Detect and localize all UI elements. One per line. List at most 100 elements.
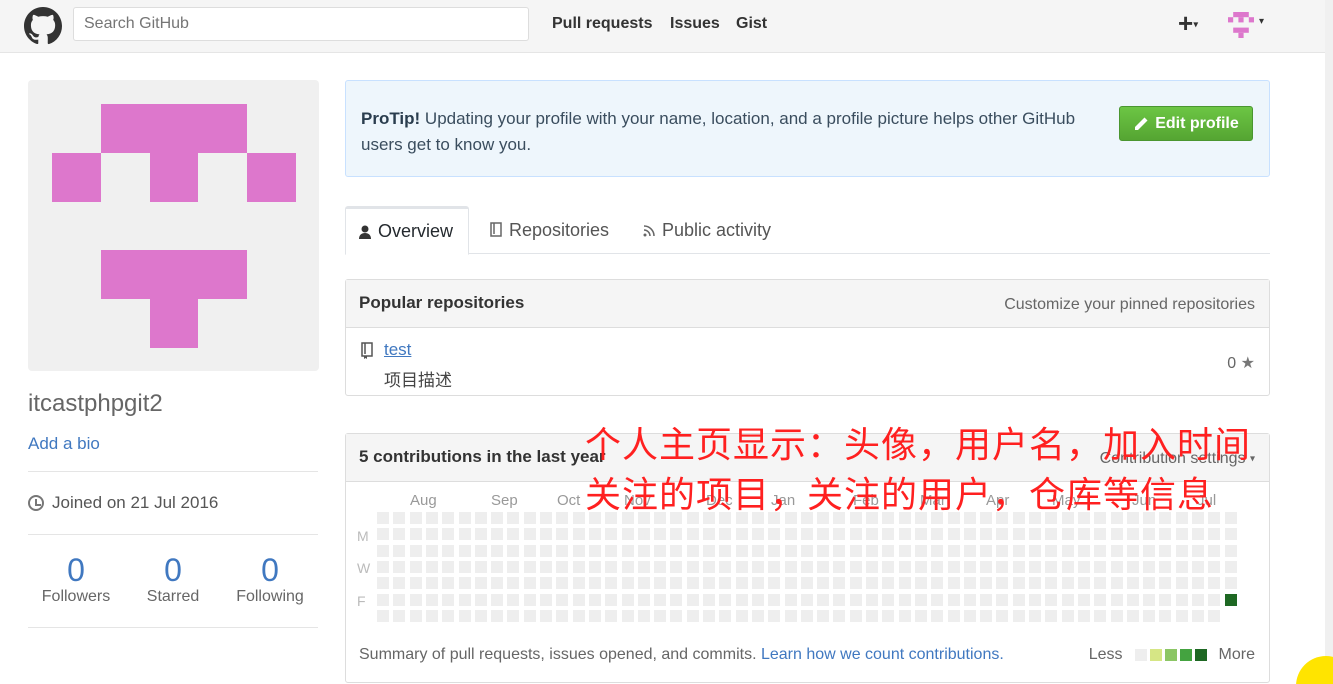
contribution-day[interactable]: [1126, 560, 1139, 573]
contribution-day[interactable]: [654, 577, 667, 590]
tab-overview[interactable]: Overview: [345, 206, 469, 255]
contribution-day[interactable]: [523, 577, 536, 590]
contribution-day[interactable]: [686, 577, 699, 590]
contribution-day[interactable]: [1110, 528, 1123, 541]
contribution-day[interactable]: [507, 560, 520, 573]
contribution-day[interactable]: [621, 577, 634, 590]
contribution-day[interactable]: [784, 560, 797, 573]
contribution-day[interactable]: [1159, 577, 1172, 590]
contribution-day[interactable]: [784, 528, 797, 541]
contribution-day[interactable]: [409, 528, 422, 541]
contribution-day[interactable]: [474, 560, 487, 573]
contribution-day[interactable]: [637, 544, 650, 557]
contribution-day[interactable]: [703, 593, 715, 606]
contribution-day[interactable]: [1094, 528, 1107, 541]
contribution-day[interactable]: [768, 544, 781, 557]
contribution-day[interactable]: [621, 593, 634, 606]
contribution-day[interactable]: [784, 593, 797, 606]
contribution-day[interactable]: [866, 560, 878, 573]
contribution-day[interactable]: [1159, 528, 1172, 541]
contribution-day[interactable]: [931, 560, 944, 573]
contribution-day[interactable]: [735, 609, 748, 622]
contribution-day[interactable]: [1224, 544, 1237, 557]
tab-repositories[interactable]: Repositories: [477, 206, 621, 254]
learn-contributions-link[interactable]: Learn how we count contributions.: [761, 646, 1004, 663]
contribution-day[interactable]: [442, 512, 455, 524]
contribution-day[interactable]: [882, 560, 895, 573]
contribution-day[interactable]: [540, 512, 552, 524]
contribution-day[interactable]: [621, 528, 634, 541]
contribution-day[interactable]: [784, 609, 797, 622]
contribution-day[interactable]: [1029, 528, 1041, 541]
chevron-down-icon[interactable]: ▾: [1259, 16, 1264, 27]
contribution-day[interactable]: [409, 560, 422, 573]
contribution-day[interactable]: [996, 609, 1009, 622]
contribution-day[interactable]: [1045, 609, 1058, 622]
contribution-day[interactable]: [670, 528, 683, 541]
contribution-day[interactable]: [654, 528, 667, 541]
contribution-day[interactable]: [1029, 593, 1041, 606]
contribution-day[interactable]: [588, 577, 601, 590]
contribution-day[interactable]: [605, 593, 618, 606]
contribution-day[interactable]: [1192, 528, 1204, 541]
contribution-day[interactable]: [654, 609, 667, 622]
contribution-day[interactable]: [393, 544, 406, 557]
contribution-day[interactable]: [719, 593, 732, 606]
contribution-day[interactable]: [866, 528, 878, 541]
contribution-day[interactable]: [1012, 544, 1025, 557]
contribution-day[interactable]: [800, 560, 813, 573]
contribution-day[interactable]: [425, 512, 438, 524]
search-input[interactable]: [73, 7, 529, 41]
contribution-day[interactable]: [377, 528, 389, 541]
github-logo-icon[interactable]: [24, 7, 62, 45]
contribution-day[interactable]: [898, 560, 911, 573]
contribution-day[interactable]: [556, 577, 569, 590]
contribution-day[interactable]: [572, 609, 585, 622]
contribution-day[interactable]: [637, 560, 650, 573]
contribution-day[interactable]: [637, 528, 650, 541]
contribution-day[interactable]: [735, 560, 748, 573]
contribution-day[interactable]: [1045, 528, 1058, 541]
contribution-day[interactable]: [768, 560, 781, 573]
contribution-day[interactable]: [605, 609, 618, 622]
contribution-day[interactable]: [442, 544, 455, 557]
contribution-day[interactable]: [670, 544, 683, 557]
followers-stat[interactable]: 0 Followers: [26, 552, 126, 606]
contribution-day[interactable]: [963, 560, 976, 573]
contribution-day[interactable]: [768, 609, 781, 622]
contribution-day[interactable]: [882, 544, 895, 557]
contribution-day[interactable]: [980, 593, 993, 606]
contribution-day[interactable]: [947, 560, 960, 573]
contribution-day[interactable]: [572, 593, 585, 606]
contribution-day[interactable]: [1061, 609, 1074, 622]
contribution-day[interactable]: [849, 560, 862, 573]
contribution-day[interactable]: [914, 560, 927, 573]
contribution-day[interactable]: [1029, 560, 1041, 573]
contribution-day[interactable]: [882, 528, 895, 541]
contribution-day[interactable]: [556, 609, 569, 622]
contribution-day[interactable]: [1061, 528, 1074, 541]
contribution-day[interactable]: [474, 609, 487, 622]
contribution-day[interactable]: [947, 577, 960, 590]
contribution-day[interactable]: [963, 528, 976, 541]
add-bio-link[interactable]: Add a bio: [28, 434, 100, 454]
contribution-day[interactable]: [458, 544, 471, 557]
contribution-day[interactable]: [866, 577, 878, 590]
contribution-day[interactable]: [425, 544, 438, 557]
contribution-day[interactable]: [849, 544, 862, 557]
contribution-day[interactable]: [817, 577, 830, 590]
contribution-day[interactable]: [686, 544, 699, 557]
contribution-day[interactable]: [800, 577, 813, 590]
contribution-day[interactable]: [1208, 544, 1221, 557]
contribution-day[interactable]: [768, 577, 781, 590]
contribution-day[interactable]: [931, 544, 944, 557]
contribution-day[interactable]: [556, 544, 569, 557]
customize-pinned-link[interactable]: Customize your pinned repositories: [1004, 296, 1255, 314]
contribution-day[interactable]: [914, 593, 927, 606]
contribution-day[interactable]: [817, 560, 830, 573]
contribution-day[interactable]: [393, 577, 406, 590]
contribution-day[interactable]: [1094, 560, 1107, 573]
contribution-day[interactable]: [637, 609, 650, 622]
contribution-day[interactable]: [1094, 609, 1107, 622]
scrollbar[interactable]: [1325, 0, 1333, 684]
